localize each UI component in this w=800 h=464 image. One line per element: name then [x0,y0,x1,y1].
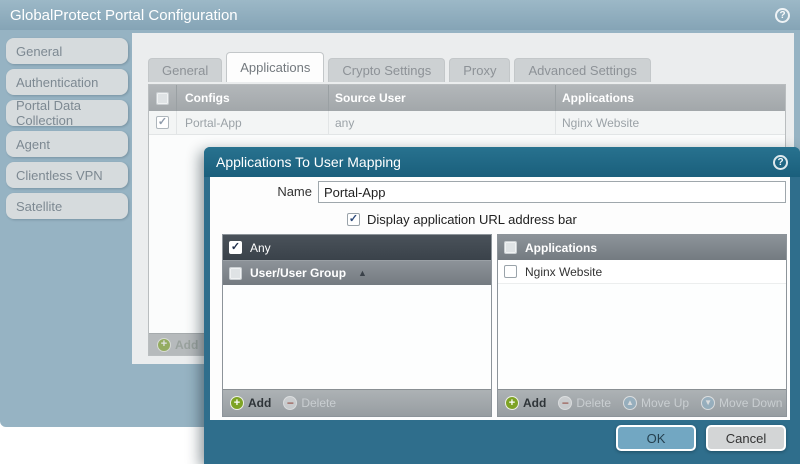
display-url-checkbox[interactable]: ✓ [347,213,360,226]
application-row-label: Nginx Website [525,265,602,279]
any-checkbox[interactable]: ✓ [229,241,242,254]
dialog-title: GlobalProtect Portal Configuration [10,7,238,24]
display-url-row: ✓ Display application URL address bar [347,211,577,227]
sidebar-item-label: Authentication [16,75,98,90]
applications-add-button[interactable]: + Add [505,396,546,410]
column-header-applications[interactable]: Applications [556,91,785,105]
arrow-up-icon: ▲ [623,396,637,410]
display-url-label: Display application URL address bar [367,212,577,227]
modal-title: Applications To User Mapping [216,154,401,170]
table-row-portal-app[interactable]: ✓ Portal-App any Nginx Website [149,111,785,135]
plus-icon: + [505,396,519,410]
modal-button-row: OK Cancel [616,425,786,451]
row-checkbox[interactable]: ✓ [156,116,169,129]
check-icon: ✓ [231,242,240,253]
applications-add-label: Add [523,396,546,410]
applications-to-user-mapping-dialog: Applications To User Mapping ? Name ✓ Di… [204,147,800,464]
applications-column-header[interactable]: Applications [498,235,786,260]
users-select-all-checkbox[interactable] [229,267,242,280]
check-icon: ✓ [349,214,358,225]
tab-general[interactable]: General [148,58,222,82]
tabstrip: General Applications Crypto Settings Pro… [148,52,655,82]
user-group-column-header[interactable]: User/User Group ▲ [223,260,491,285]
cancel-button[interactable]: Cancel [706,425,786,451]
sidebar-item-agent[interactable]: Agent [6,131,128,157]
users-panel-toolbar: + Add − Delete [223,389,491,416]
tab-label: Advanced Settings [528,63,636,78]
modal-content: Name ✓ Display application URL address b… [210,177,790,420]
users-delete-button: − Delete [283,396,336,410]
cell-applications: Nginx Website [556,116,785,130]
add-config-label: Add [175,338,198,352]
sidebar-item-general[interactable]: General [6,38,128,64]
move-down-button: ▼ Move Down [701,396,782,410]
tab-label: Crypto Settings [342,63,431,78]
plus-icon: + [157,338,171,352]
tab-crypto-settings[interactable]: Crypto Settings [328,58,445,82]
applications-panel-toolbar: + Add − Delete ▲ Move Up ▼ [498,389,786,416]
sidebar-item-label: Portal Data Collection [16,98,128,128]
move-up-button: ▲ Move Up [623,396,689,410]
tab-advanced-settings[interactable]: Advanced Settings [514,58,650,82]
any-label: Any [250,241,271,255]
users-list-empty [223,285,491,389]
minus-icon: − [283,396,297,410]
arrow-down-icon: ▼ [701,396,715,410]
sidebar-item-label: Agent [16,137,50,152]
configs-table-header: Configs Source User Applications [149,85,785,111]
check-icon: ✓ [158,117,167,128]
dialog-titlebar: GlobalProtect Portal Configuration ? [0,0,800,30]
applications-delete-button: − Delete [558,396,611,410]
applications-delete-label: Delete [576,396,611,410]
applications-list-empty [498,284,786,389]
application-row-checkbox[interactable] [504,265,517,278]
tab-proxy[interactable]: Proxy [449,58,510,82]
sidebar-item-authentication[interactable]: Authentication [6,69,128,95]
users-add-label: Add [248,396,271,410]
users-add-button[interactable]: + Add [230,396,271,410]
users-delete-label: Delete [301,396,336,410]
name-row: Name [210,181,790,203]
screen: GlobalProtect Portal Configuration ? Gen… [0,0,800,464]
sidebar-item-clientless-vpn[interactable]: Clientless VPN [6,162,128,188]
column-header-source-user[interactable]: Source User [329,85,556,111]
modal-titlebar: Applications To User Mapping ? [204,147,800,177]
tab-applications[interactable]: Applications [226,52,324,82]
modal-help-icon[interactable]: ? [773,155,788,170]
application-row-nginx[interactable]: Nginx Website [498,260,786,284]
select-all-checkbox[interactable] [156,92,169,105]
cell-configs: Portal-App [177,111,329,134]
sidebar-item-label: Clientless VPN [16,168,103,183]
applications-panel: Applications Nginx Website + Add − [497,234,787,417]
sort-asc-icon: ▲ [358,268,367,278]
move-up-label: Move Up [641,396,689,410]
sidebar-item-label: General [16,44,62,59]
tab-label: General [162,63,208,78]
name-label: Name [210,181,312,203]
any-header: ✓ Any [223,235,491,260]
cell-source-user: any [329,111,556,134]
sidebar-item-label: Satellite [16,199,62,214]
add-config-button[interactable]: + Add [157,338,198,352]
ok-button[interactable]: OK [616,425,696,451]
sidebar: General Authentication Portal Data Colle… [0,30,132,427]
move-down-label: Move Down [719,396,782,410]
sidebar-item-portal-data-collection[interactable]: Portal Data Collection [6,100,128,126]
applications-select-all-checkbox[interactable] [504,241,517,254]
minus-icon: − [558,396,572,410]
users-panel: ✓ Any User/User Group ▲ + Add [222,234,492,417]
user-group-column-label: User/User Group [250,266,346,280]
help-icon[interactable]: ? [775,8,790,23]
plus-icon: + [230,396,244,410]
tab-label: Proxy [463,63,496,78]
tab-label: Applications [240,60,310,75]
sidebar-item-satellite[interactable]: Satellite [6,193,128,219]
applications-column-label: Applications [525,241,597,255]
column-header-configs[interactable]: Configs [177,85,329,111]
name-input[interactable] [318,181,786,203]
mapping-panels: ✓ Any User/User Group ▲ + Add [222,234,787,417]
